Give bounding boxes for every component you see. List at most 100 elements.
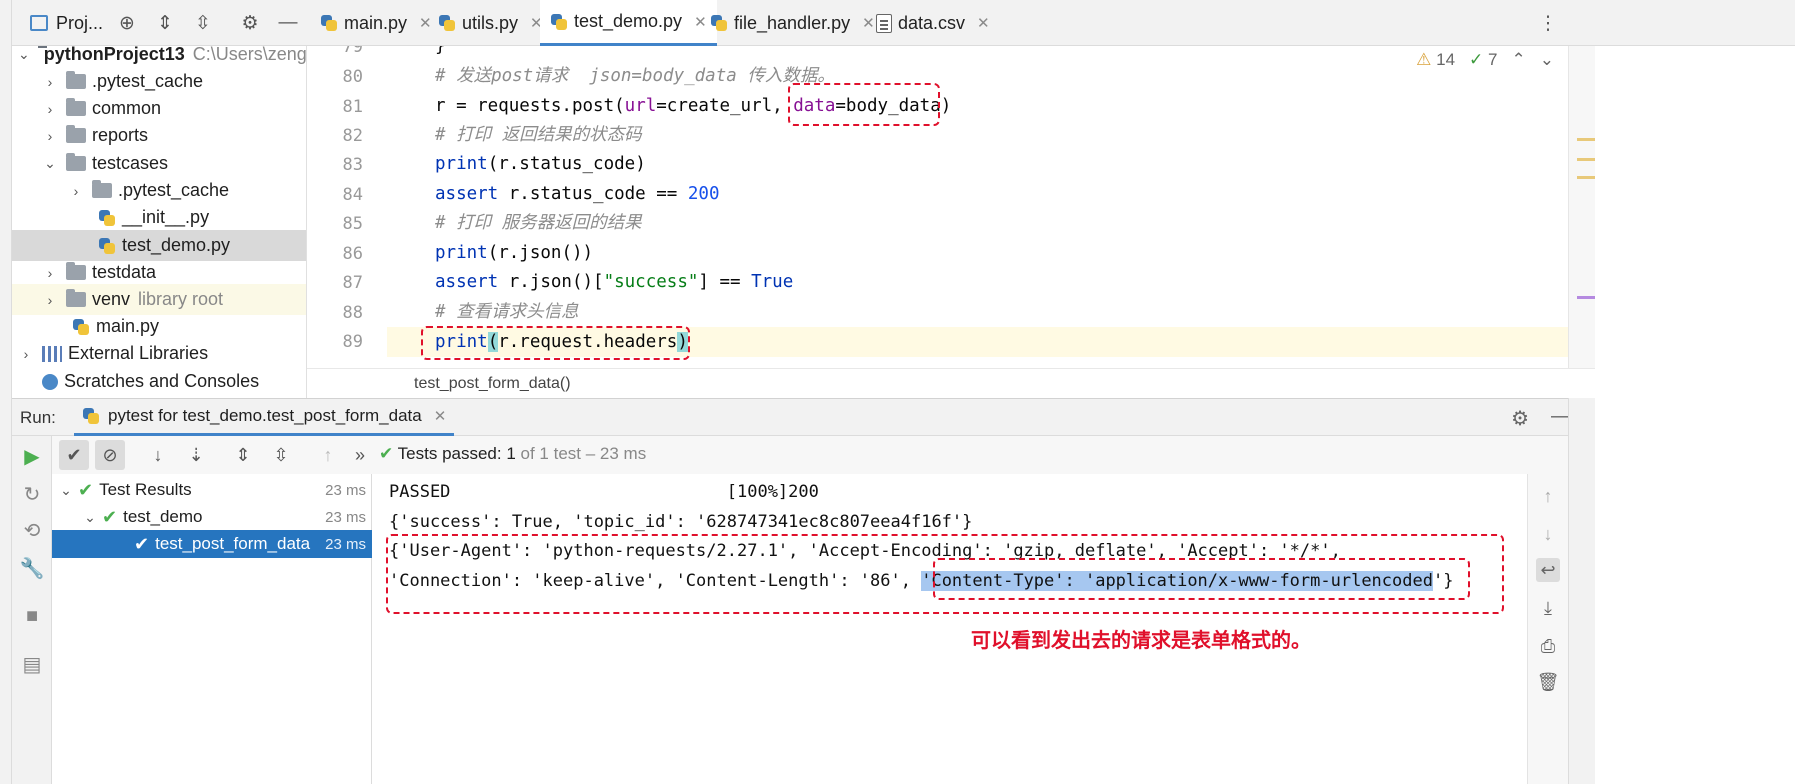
chevron-right-icon[interactable]: › [68, 183, 84, 199]
rerun-failed-icon[interactable]: ↻ [20, 482, 44, 506]
line-number: 85 [342, 214, 363, 234]
wrench-icon[interactable]: 🔧 [20, 556, 45, 580]
pytest-icon [82, 407, 100, 425]
tab-main-py[interactable]: main.py ✕ [310, 0, 442, 46]
code-line-80: # 发送post请求 json=body_data 传入数据。 [435, 66, 835, 86]
console-side-toolbar: ↑ ↓ ↩ ⤓ ⎙ 🗑 [1527, 474, 1568, 784]
more-icon[interactable]: » [345, 440, 375, 470]
collapse-all-icon[interactable]: ⇳ [190, 10, 216, 36]
annotation-box-data-param [788, 83, 940, 126]
right-tool-strip [1568, 398, 1595, 784]
chevron-down-icon[interactable]: ⌄ [18, 46, 30, 63]
close-icon[interactable]: ✕ [434, 407, 447, 425]
collapse-all-icon[interactable]: ⇳ [266, 440, 296, 470]
print-icon[interactable]: ⎙ [1536, 634, 1560, 658]
result-label: Test Results [99, 480, 192, 499]
code-line-88: # 查看请求头信息 [435, 302, 579, 322]
libraries-icon [42, 345, 62, 362]
folder-icon [66, 98, 86, 116]
result-time: 23 ms [325, 508, 366, 526]
soft-wrap-icon[interactable]: ↩ [1536, 558, 1560, 582]
expand-all-icon[interactable]: ⇕ [152, 10, 178, 36]
run-label: Run: [20, 408, 56, 427]
toggle-auto-test-icon[interactable]: ⟲ [20, 518, 44, 542]
line-number: 87 [342, 273, 363, 293]
sort-alpha-icon[interactable]: ↓ [143, 440, 173, 470]
python-file-icon [438, 14, 456, 32]
chevron-down-icon[interactable]: ⌄ [58, 482, 74, 499]
breadcrumb[interactable]: test_post_form_data() [307, 368, 1595, 398]
run-tab[interactable]: pytest for test_demo.test_post_form_data… [74, 399, 455, 436]
gear-icon[interactable]: ⚙ [1511, 406, 1529, 431]
scroll-mark [1577, 296, 1595, 299]
result-module[interactable]: ⌄ ✔ test_demo 23 ms [52, 503, 372, 531]
line-number: 84 [342, 185, 363, 205]
tab-file-handler-py[interactable]: file_handler.py ✕ [700, 0, 885, 46]
tree-item-external-libraries[interactable]: › External Libraries [12, 338, 306, 369]
tree-item-label: .pytest_cache [92, 71, 204, 91]
folder-icon [92, 180, 112, 198]
tab-test-demo-py[interactable]: test_demo.py ✕ [540, 0, 717, 46]
stop-icon[interactable]: ■ [20, 604, 44, 628]
rerun-icon[interactable]: ▶ [20, 444, 44, 468]
run-tab-title: pytest for test_demo.test_post_form_data [108, 406, 422, 425]
expand-all-icon[interactable]: ⇕ [228, 440, 258, 470]
result-time: 23 ms [325, 535, 366, 553]
project-tool-button[interactable]: Proj... [30, 10, 103, 36]
chevron-right-icon[interactable]: › [42, 265, 58, 281]
editor-scrollbar[interactable] [1568, 46, 1595, 368]
close-icon[interactable]: ✕ [977, 14, 990, 32]
code-editor[interactable]: 79 80 81 82 83 84 85 86 87 88 89 } # 发送p… [307, 46, 1568, 368]
chevron-right-icon[interactable]: › [42, 292, 58, 308]
up-arrow-icon[interactable]: ↑ [313, 440, 343, 470]
tree-root-path: C:\Users\zengy [192, 46, 307, 64]
chevron-down-icon[interactable]: ⌄ [82, 509, 98, 526]
down-arrow-icon[interactable]: ↓ [1536, 522, 1560, 546]
scroll-to-end-icon[interactable]: ⤓ [1536, 596, 1560, 620]
show-ignored-icon[interactable]: ⊘ [95, 440, 125, 470]
project-tool-label: Proj... [56, 12, 104, 33]
tree-item-label: testcases [92, 153, 169, 173]
chevron-right-icon[interactable]: › [42, 128, 58, 144]
hide-panel-icon[interactable]: — [275, 10, 301, 36]
tree-item-reports[interactable]: › reports [12, 120, 306, 151]
scroll-mark [1577, 176, 1595, 179]
result-root[interactable]: ⌄ ✔ Test Results 23 ms [52, 476, 372, 504]
breadcrumb-function[interactable]: test_post_form_data() [414, 375, 571, 392]
chevron-down-icon[interactable]: ⌄ [1540, 50, 1554, 70]
more-options-icon[interactable]: ⋮ [1535, 10, 1561, 36]
line-number: 89 [342, 332, 363, 352]
chevron-down-icon[interactable]: ⌄ [42, 155, 58, 172]
console-line: PASSED [100%]200 [389, 482, 819, 502]
layout-icon[interactable]: ▤ [20, 652, 44, 676]
chevron-right-icon[interactable]: › [18, 346, 34, 362]
trash-icon[interactable]: 🗑 [1536, 670, 1560, 694]
tab-data-csv[interactable]: data.csv ✕ [866, 0, 1000, 46]
code-line-86: print(r.json()) [435, 243, 594, 263]
tests-status: ✔ Tests passed: 1 of 1 test – 23 ms [379, 444, 646, 464]
tree-item-label: .pytest_cache [118, 180, 230, 200]
result-test-case[interactable]: ✔ test_post_form_data 23 ms [52, 530, 372, 558]
show-passed-icon[interactable]: ✔ [59, 440, 89, 470]
folder-icon [66, 125, 86, 143]
tree-item-init-py[interactable]: __init__.py [12, 202, 306, 233]
up-arrow-icon[interactable]: ↑ [1536, 484, 1560, 508]
tree-item-scratches[interactable]: Scratches and Consoles [12, 366, 306, 397]
scroll-mark [1577, 158, 1595, 161]
locate-icon[interactable]: ⊕ [114, 10, 140, 36]
chevron-right-icon[interactable]: › [42, 101, 58, 117]
chevron-up-icon[interactable]: ⌃ [1512, 50, 1526, 70]
chevron-right-icon[interactable]: › [42, 74, 58, 90]
tab-utils-py[interactable]: utils.py ✕ [428, 0, 553, 46]
gear-icon[interactable]: ⚙ [237, 10, 263, 36]
python-file-icon [710, 14, 728, 32]
csv-file-icon [876, 13, 892, 33]
inspection-widget[interactable]: ⚠ 14 ✓ 7 ⌃ ⌄ [1416, 50, 1554, 70]
console-line: {'success': True, 'topic_id': '628747341… [389, 512, 973, 532]
console-output[interactable]: PASSED [100%]200 {'success': True, 'topi… [372, 474, 1527, 784]
tests-passed-sub: of 1 test – 23 ms [520, 444, 647, 463]
weak-warning-count: 7 [1488, 50, 1498, 69]
result-label: test_demo [123, 507, 203, 526]
sort-duration-icon[interactable]: ⇣ [181, 440, 211, 470]
python-file-icon [72, 318, 90, 336]
